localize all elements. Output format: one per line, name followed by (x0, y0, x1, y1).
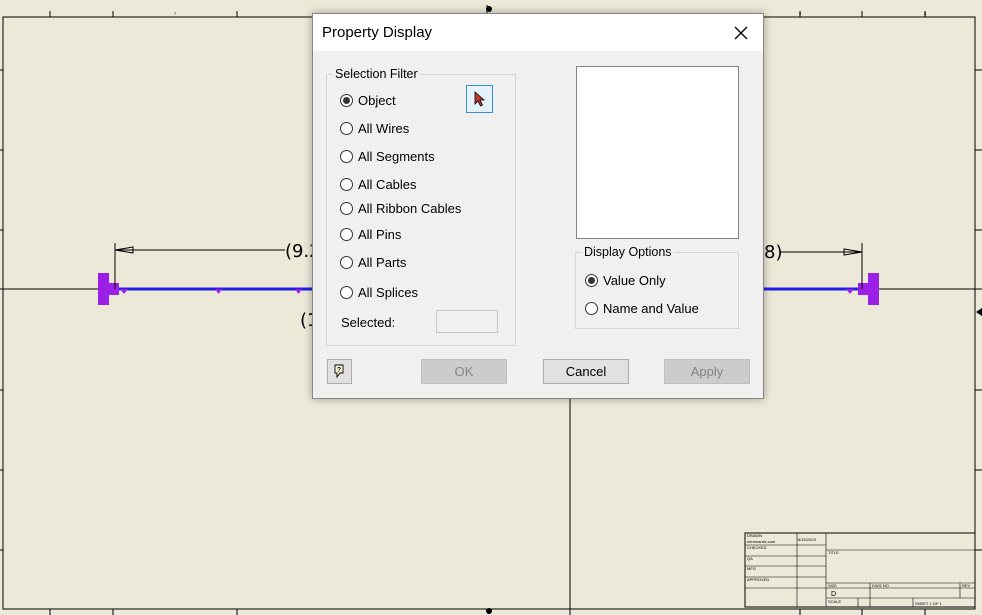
radio-indicator[interactable] (585, 274, 598, 287)
title-block-mfg-label: MFG (747, 566, 756, 571)
help-button[interactable]: ? (327, 359, 352, 384)
radio-indicator[interactable] (585, 302, 598, 315)
radio-label: All Wires (358, 121, 410, 136)
center-mark-top (486, 6, 492, 12)
radio-value-only[interactable]: Value Only (585, 273, 666, 288)
radio-label: Name and Value (603, 301, 699, 316)
display-options-legend: Display Options (584, 245, 672, 259)
selection-filter-legend: Selection Filter (335, 67, 418, 81)
radio-indicator[interactable] (340, 150, 353, 163)
title-block-title-label: TITLE (828, 550, 839, 555)
help-icon: ? (334, 364, 344, 379)
title-block (744, 532, 976, 608)
radio-all-segments[interactable]: All Segments (340, 149, 435, 164)
svg-text:?: ? (337, 367, 341, 374)
radio-indicator[interactable] (340, 94, 353, 107)
close-button[interactable] (719, 14, 763, 51)
pick-object-button[interactable] (466, 85, 493, 113)
title-block-size-label: SIZE (828, 583, 837, 588)
selected-label: Selected: (341, 315, 396, 330)
title-block-checked-label: CHECKED (747, 545, 767, 550)
title-block-sheet-label: SHEET 1 OF 1 (915, 601, 942, 606)
radio-all-parts[interactable]: All Parts (340, 255, 406, 270)
apply-button[interactable]: Apply (664, 359, 750, 384)
property-listbox[interactable] (576, 66, 739, 239)
radio-indicator[interactable] (340, 202, 353, 215)
title-block-approved-label: APPROVED (747, 577, 769, 582)
radio-all-cables[interactable]: All Cables (340, 177, 417, 192)
radio-label: All Ribbon Cables (358, 201, 462, 216)
title-block-size-value: D (831, 591, 836, 598)
title-block-qa-label: QA (747, 556, 753, 561)
radio-indicator[interactable] (340, 256, 353, 269)
radio-indicator[interactable] (340, 122, 353, 135)
title-block-rev-label: REV (962, 583, 971, 588)
radio-name-and-value[interactable]: Name and Value (585, 301, 699, 316)
radio-all-pins[interactable]: All Pins (340, 227, 401, 242)
radio-label: Object (358, 93, 396, 108)
radio-label: All Pins (358, 227, 402, 242)
title-block-dwg-label: DWG NO (872, 583, 889, 588)
dialog-title: Property Display (322, 24, 433, 41)
ok-button[interactable]: OK (421, 359, 507, 384)
radio-indicator[interactable] (340, 286, 353, 299)
radio-all-ribbon-cables[interactable]: All Ribbon Cables (340, 201, 461, 216)
dialog-titlebar[interactable]: Property Display (313, 14, 763, 51)
selected-field (436, 310, 498, 333)
title-block-drawn-date: 8/15/2023 (798, 537, 817, 542)
radio-indicator[interactable] (340, 228, 353, 241)
radio-object[interactable]: Object (340, 93, 396, 108)
radio-all-wires[interactable]: All Wires (340, 121, 409, 136)
radio-all-splices[interactable]: All Splices (340, 285, 418, 300)
close-icon (734, 26, 748, 39)
dimension-label-right[interactable]: 8) (764, 242, 782, 263)
center-mark-bottom (486, 608, 492, 614)
title-block-drawn-label: DRAWN (747, 533, 762, 538)
cursor-arrow-icon (474, 91, 485, 107)
property-display-dialog: Property Display Selection Filter Object… (312, 13, 764, 399)
radio-label: All Segments (358, 149, 435, 164)
cancel-button[interactable]: Cancel (543, 359, 629, 384)
radio-label: All Cables (358, 177, 417, 192)
title-block-scale-label: SCALE (828, 599, 841, 604)
radio-label: All Parts (358, 255, 407, 270)
title-block-drawn-by: mtmmantix.com (747, 539, 776, 544)
radio-label: All Splices (358, 285, 418, 300)
radio-indicator[interactable] (340, 178, 353, 191)
radio-label: Value Only (603, 273, 666, 288)
